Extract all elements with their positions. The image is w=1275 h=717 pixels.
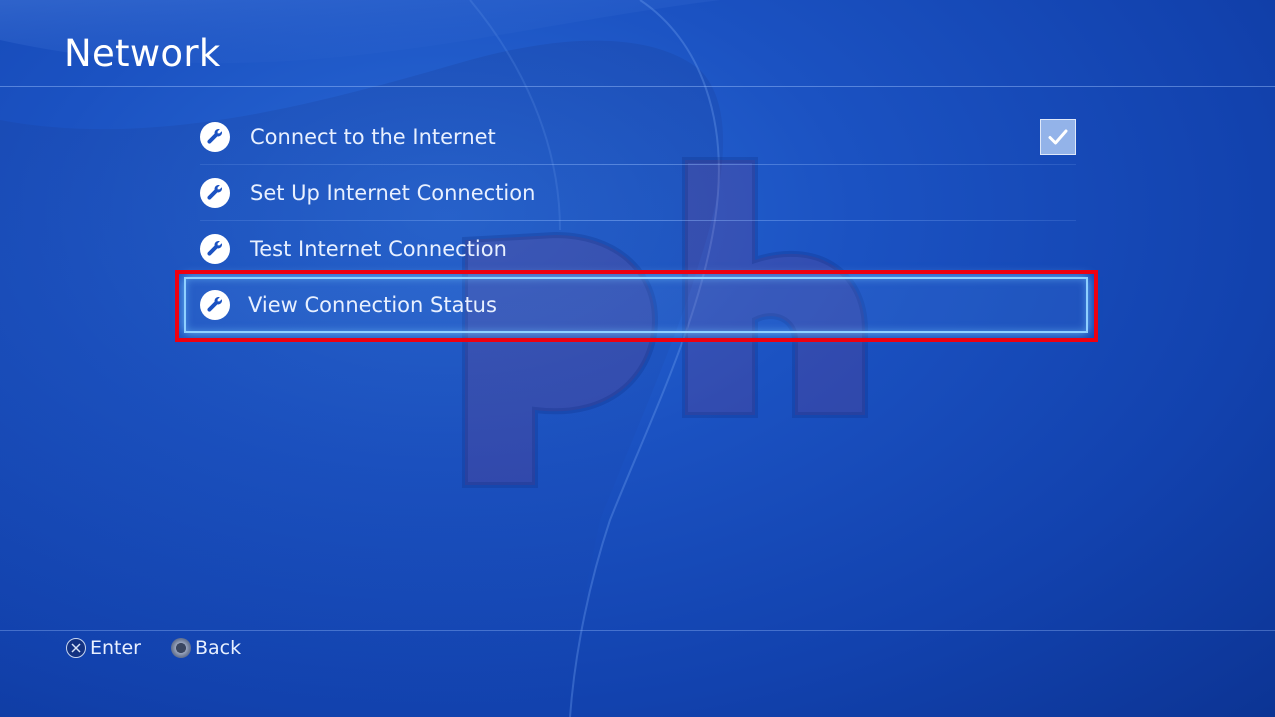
wrench-icon xyxy=(200,234,230,264)
wrench-icon xyxy=(200,122,230,152)
enter-hint: Enter xyxy=(66,637,141,659)
footer-divider xyxy=(0,630,1275,631)
menu-item-label: Test Internet Connection xyxy=(250,237,507,261)
menu-item-test-internet-connection[interactable]: Test Internet Connection xyxy=(186,221,1090,277)
button-hints: Enter Back xyxy=(66,637,271,659)
checkmark-icon xyxy=(1048,129,1068,145)
page-title: Network xyxy=(64,32,221,75)
wrench-icon xyxy=(200,290,230,320)
back-label: Back xyxy=(195,637,242,659)
network-menu: Connect to the Internet Set Up Internet … xyxy=(184,109,1090,333)
wrench-icon xyxy=(200,178,230,208)
menu-item-label: Set Up Internet Connection xyxy=(250,181,536,205)
back-hint: Back xyxy=(171,637,241,659)
title-divider xyxy=(0,86,1275,87)
menu-item-set-up-internet-connection[interactable]: Set Up Internet Connection xyxy=(186,165,1090,221)
menu-item-label: View Connection Status xyxy=(248,293,497,317)
enter-label: Enter xyxy=(90,637,141,659)
menu-item-label: Connect to the Internet xyxy=(250,125,496,149)
background-wave xyxy=(0,0,724,717)
menu-item-view-connection-status[interactable]: View Connection Status xyxy=(184,277,1088,333)
menu-item-connect-to-internet[interactable]: Connect to the Internet xyxy=(186,109,1090,165)
circle-button-icon xyxy=(171,638,191,658)
cross-button-icon xyxy=(66,638,86,658)
connect-checkbox[interactable] xyxy=(1040,119,1076,155)
